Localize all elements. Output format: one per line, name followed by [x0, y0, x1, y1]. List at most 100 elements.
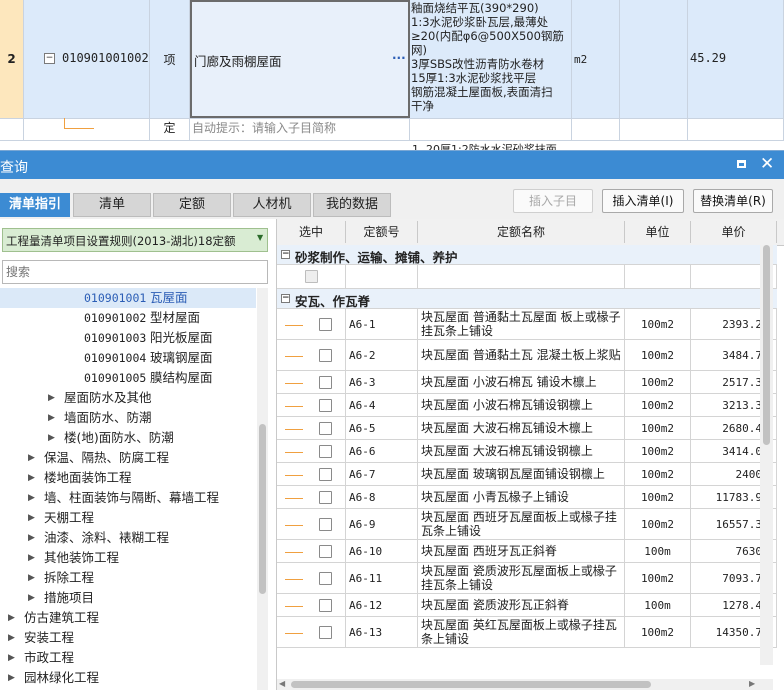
tree-item[interactable]: ▶ 油漆、涂料、裱糊工程: [0, 528, 256, 548]
tree-item[interactable]: ▶ 楼地面装饰工程: [0, 468, 256, 488]
tree-item[interactable]: 010901005 膜结构屋面: [0, 368, 256, 388]
select-cell[interactable]: [277, 463, 346, 485]
table-row[interactable]: A6-9 块瓦屋面 西班牙瓦屋面板上或椽子挂瓦条上铺设 100m2 16557.3: [277, 509, 777, 540]
tree-item[interactable]: ▶ 仿古建筑工程: [0, 608, 256, 628]
row-checkbox[interactable]: [319, 545, 332, 558]
tree-item[interactable]: 010901003 阳光板屋面: [0, 328, 256, 348]
expand-arrow-icon[interactable]: ▶: [28, 448, 35, 468]
group-row[interactable]: − 砂浆制作、运输、摊铺、养护: [277, 245, 777, 265]
tree-scrollbar[interactable]: [257, 288, 268, 690]
tab-quota[interactable]: 定额: [153, 193, 231, 217]
expand-arrow-icon[interactable]: ▶: [8, 608, 15, 628]
group-row[interactable]: − 安瓦、作瓦脊: [277, 289, 777, 309]
tree-scroll-thumb[interactable]: [259, 424, 266, 594]
maximize-icon[interactable]: [737, 160, 746, 168]
select-cell[interactable]: [277, 440, 346, 462]
expand-arrow-icon[interactable]: ▶: [28, 568, 35, 588]
expand-arrow-icon[interactable]: ▶: [28, 588, 35, 608]
tab-my-data[interactable]: 我的数据: [313, 193, 391, 217]
expand-arrow-icon[interactable]: ▶: [28, 528, 35, 548]
tree-item[interactable]: ▶ 天棚工程: [0, 508, 256, 528]
search-input[interactable]: [2, 260, 268, 284]
table-row[interactable]: A6-13 块瓦屋面 英红瓦屋面板上或椽子挂瓦条上铺设 100m2 14350.7: [277, 617, 777, 648]
table-row[interactable]: A6-2 块瓦屋面 普通黏土瓦 混凝土板上浆贴 100m2 3484.7: [277, 340, 777, 371]
select-cell[interactable]: [277, 265, 346, 288]
tree-item[interactable]: 010901004 玻璃钢屋面: [0, 348, 256, 368]
row-checkbox[interactable]: [319, 626, 332, 639]
list-row-sub[interactable]: 定 自动提示：请输入子目简称: [0, 118, 784, 141]
collapse-toggle-icon[interactable]: −: [44, 53, 55, 64]
grid-vscroll-thumb[interactable]: [763, 245, 770, 445]
collapse-group-icon[interactable]: −: [281, 294, 290, 303]
row-checkbox[interactable]: [319, 422, 332, 435]
table-row[interactable]: A6-5 块瓦屋面 大波石棉瓦铺设木檩上 100m2 2680.4: [277, 417, 777, 440]
table-row[interactable]: A6-1 块瓦屋面 普通黏土瓦屋面 板上或椽子挂瓦条上铺设 100m2 2393.2: [277, 309, 777, 340]
tree-item[interactable]: ▶ 园林绿化工程: [0, 668, 256, 688]
grid-vscrollbar[interactable]: [760, 245, 773, 665]
select-cell[interactable]: [277, 617, 346, 647]
select-cell[interactable]: [277, 486, 346, 508]
tab-list[interactable]: 清单: [73, 193, 151, 217]
select-cell[interactable]: [277, 371, 346, 393]
replace-list-button[interactable]: 替换清单(R): [693, 189, 773, 213]
table-row[interactable]: A6-6 块瓦屋面 大波石棉瓦铺设钢檩上 100m2 3414.0: [277, 440, 777, 463]
tree-item[interactable]: 010901001 瓦屋面: [0, 288, 256, 308]
table-row[interactable]: A6-11 块瓦屋面 瓷质波形瓦屋面板上或椽子挂瓦条上铺设 100m2 7093.7: [277, 563, 777, 594]
list-row-main[interactable]: 2 − 010901001002 项 门廊及雨棚屋面 ··· 釉面烧结平瓦(39…: [0, 0, 784, 119]
row-checkbox[interactable]: [319, 572, 332, 585]
tree-item[interactable]: ▶ 市政工程: [0, 648, 256, 668]
table-row[interactable]: A6-8 块瓦屋面 小青瓦椽子上铺设 100m2 11783.9: [277, 486, 777, 509]
tree-item[interactable]: ▶ 安装工程: [0, 628, 256, 648]
insert-list-button[interactable]: 插入清单(I): [602, 189, 684, 213]
row-checkbox[interactable]: [319, 491, 332, 504]
name-cell[interactable]: 门廊及雨棚屋面 ···: [190, 0, 410, 118]
select-cell[interactable]: [277, 340, 346, 370]
tree-item[interactable]: ▶ 墙面防水、防潮: [0, 408, 256, 428]
table-row[interactable]: [277, 265, 777, 289]
table-row[interactable]: A6-7 块瓦屋面 玻璃钢瓦屋面铺设钢檩上 100m2 2400: [277, 463, 777, 486]
chevron-down-icon[interactable]: ▼: [257, 233, 263, 242]
tab-list-guide[interactable]: 清单指引: [0, 193, 70, 217]
tree-item[interactable]: ▶ 保温、隔热、防腐工程: [0, 448, 256, 468]
expand-arrow-icon[interactable]: ▶: [48, 428, 55, 448]
insert-sub-button[interactable]: 插入子目: [513, 189, 593, 213]
row-checkbox[interactable]: [319, 445, 332, 458]
scroll-right-icon[interactable]: ▶: [749, 679, 755, 688]
rule-select[interactable]: 工程量清单项目设置规则(2013-湖北)18定额 ▼: [2, 228, 268, 252]
tree-item[interactable]: ▶ 墙、柱面装饰与隔断、幕墙工程: [0, 488, 256, 508]
expand-arrow-icon[interactable]: ▶: [28, 468, 35, 488]
collapse-group-icon[interactable]: −: [281, 250, 290, 259]
more-button[interactable]: ···: [392, 51, 406, 65]
table-row[interactable]: A6-4 块瓦屋面 小波石棉瓦铺设钢檩上 100m2 3213.3: [277, 394, 777, 417]
code-cell[interactable]: − 010901001002: [24, 0, 150, 118]
expand-arrow-icon[interactable]: ▶: [28, 508, 35, 528]
table-row[interactable]: A6-3 块瓦屋面 小波石棉瓦 铺设木檩上 100m2 2517.3: [277, 371, 777, 394]
table-row[interactable]: A6-12 块瓦屋面 瓷质波形瓦正斜脊 100m 1278.4: [277, 594, 777, 617]
close-icon[interactable]: ✕: [760, 154, 774, 174]
expand-arrow-icon[interactable]: ▶: [48, 408, 55, 428]
row-checkbox[interactable]: [319, 599, 332, 612]
row-checkbox[interactable]: [319, 399, 332, 412]
tree-item[interactable]: ▶ 楼(地)面防水、防潮: [0, 428, 256, 448]
row-checkbox[interactable]: [319, 318, 332, 331]
expand-arrow-icon[interactable]: ▶: [28, 548, 35, 568]
tree-item[interactable]: ▶ 措施项目: [0, 588, 256, 608]
expand-arrow-icon[interactable]: ▶: [8, 648, 15, 668]
select-cell[interactable]: [277, 594, 346, 616]
select-cell[interactable]: [277, 540, 346, 562]
row-checkbox[interactable]: [304, 270, 318, 283]
dialog-titlebar[interactable]: 查询 ✕: [0, 151, 784, 179]
grid-hscrollbar[interactable]: ◀ ▶: [277, 679, 773, 690]
select-cell[interactable]: [277, 394, 346, 416]
table-row[interactable]: A6-10 块瓦屋面 西班牙瓦正斜脊 100m 7630: [277, 540, 777, 563]
sub-input-cell[interactable]: 自动提示：请输入子目简称: [190, 118, 410, 140]
row-checkbox[interactable]: [319, 376, 332, 389]
select-cell[interactable]: [277, 417, 346, 439]
expand-arrow-icon[interactable]: ▶: [28, 488, 35, 508]
select-cell[interactable]: [277, 563, 346, 593]
select-cell[interactable]: [277, 509, 346, 539]
expand-arrow-icon[interactable]: ▶: [8, 668, 15, 688]
tree-item[interactable]: 010901002 型材屋面: [0, 308, 256, 328]
scroll-left-icon[interactable]: ◀: [279, 679, 285, 688]
select-cell[interactable]: [277, 309, 346, 339]
